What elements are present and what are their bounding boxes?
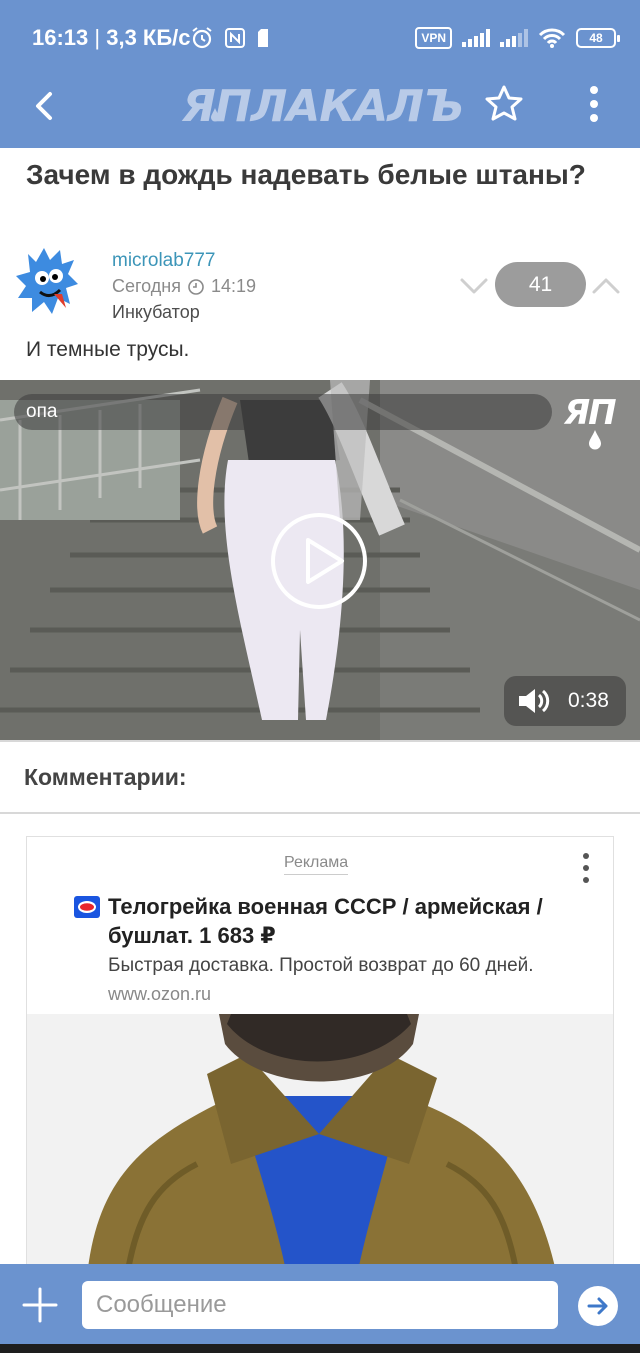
system-nav-bar [0, 1344, 640, 1353]
send-arrow-icon[interactable] [578, 1286, 618, 1326]
video-watermark: ЯП [564, 393, 617, 433]
ad-label: Реклама [284, 854, 349, 875]
battery-icon: 48 [576, 28, 620, 48]
divider [0, 740, 640, 742]
post-text: И темные трусы. [26, 338, 190, 361]
message-input[interactable] [82, 1281, 558, 1329]
sim-icon [258, 29, 268, 47]
ad-url[interactable]: www.ozon.ru [108, 984, 211, 1005]
nfc-icon [225, 28, 245, 48]
clock-icon [188, 278, 204, 295]
signal-2-icon [500, 29, 528, 47]
comments-heading: Комментарии: [24, 764, 187, 790]
ozon-logo [74, 896, 100, 918]
post-time: Сегодня 14:19 [112, 276, 256, 297]
watermark-drop-icon [589, 430, 601, 450]
post-time-value: 14:19 [211, 276, 257, 296]
user-avatar[interactable] [14, 244, 82, 320]
rating-badge: 41 [495, 262, 586, 307]
video-duration: 0:38 [568, 689, 609, 712]
star-icon[interactable] [482, 82, 526, 126]
video-title-bar [14, 394, 552, 430]
chevron-up-icon[interactable] [590, 272, 622, 300]
more-vert-icon[interactable] [578, 850, 594, 886]
volume-icon[interactable] [516, 686, 552, 716]
app-logo[interactable]: ЯПЛАКАЛЪ [182, 78, 464, 136]
post-date: Сегодня [112, 276, 181, 296]
ad-photo [27, 1014, 613, 1276]
clock-text: 16:13 [32, 25, 89, 50]
video-player[interactable]: опа ЯП 0:38 [0, 380, 640, 740]
logo-drop-icon [211, 108, 219, 122]
ad-title[interactable]: Телогрейка военная СССР / армейская / бу… [108, 892, 598, 950]
post-category[interactable]: Инкубатор [112, 302, 200, 323]
status-time: 16:13 | 3,3 КБ/с [32, 25, 191, 50]
app-bar: ЯПЛАКАЛЪ [0, 72, 640, 148]
top-bar: 16:13 | 3,3 КБ/с VPN 48 ЯПЛАКАЛЪ [0, 0, 640, 148]
alarm-icon [192, 27, 212, 49]
divider [0, 812, 640, 814]
network-speed: 3,3 КБ/с [106, 25, 191, 50]
ad-image[interactable] [27, 1014, 613, 1276]
video-caption: опа [26, 401, 58, 422]
signal-icon [462, 29, 490, 47]
ad-description: Быстрая доставка. Простой возврат до 60 … [108, 955, 534, 976]
author-name[interactable]: microlab777 [112, 250, 216, 272]
post-title: Зачем в дождь надевать белые штаны? [26, 159, 586, 190]
chevron-down-icon[interactable] [458, 272, 490, 300]
back-arrow-icon[interactable] [22, 82, 70, 130]
wifi-icon [538, 28, 566, 48]
plus-icon[interactable] [20, 1285, 60, 1325]
status-right-icons: VPN 48 [415, 22, 620, 54]
status-icons [190, 22, 270, 54]
more-vert-icon[interactable] [576, 80, 612, 128]
vpn-badge: VPN [415, 27, 452, 49]
play-icon[interactable] [270, 512, 368, 610]
status-bar: 16:13 | 3,3 КБ/с VPN 48 [0, 0, 640, 72]
